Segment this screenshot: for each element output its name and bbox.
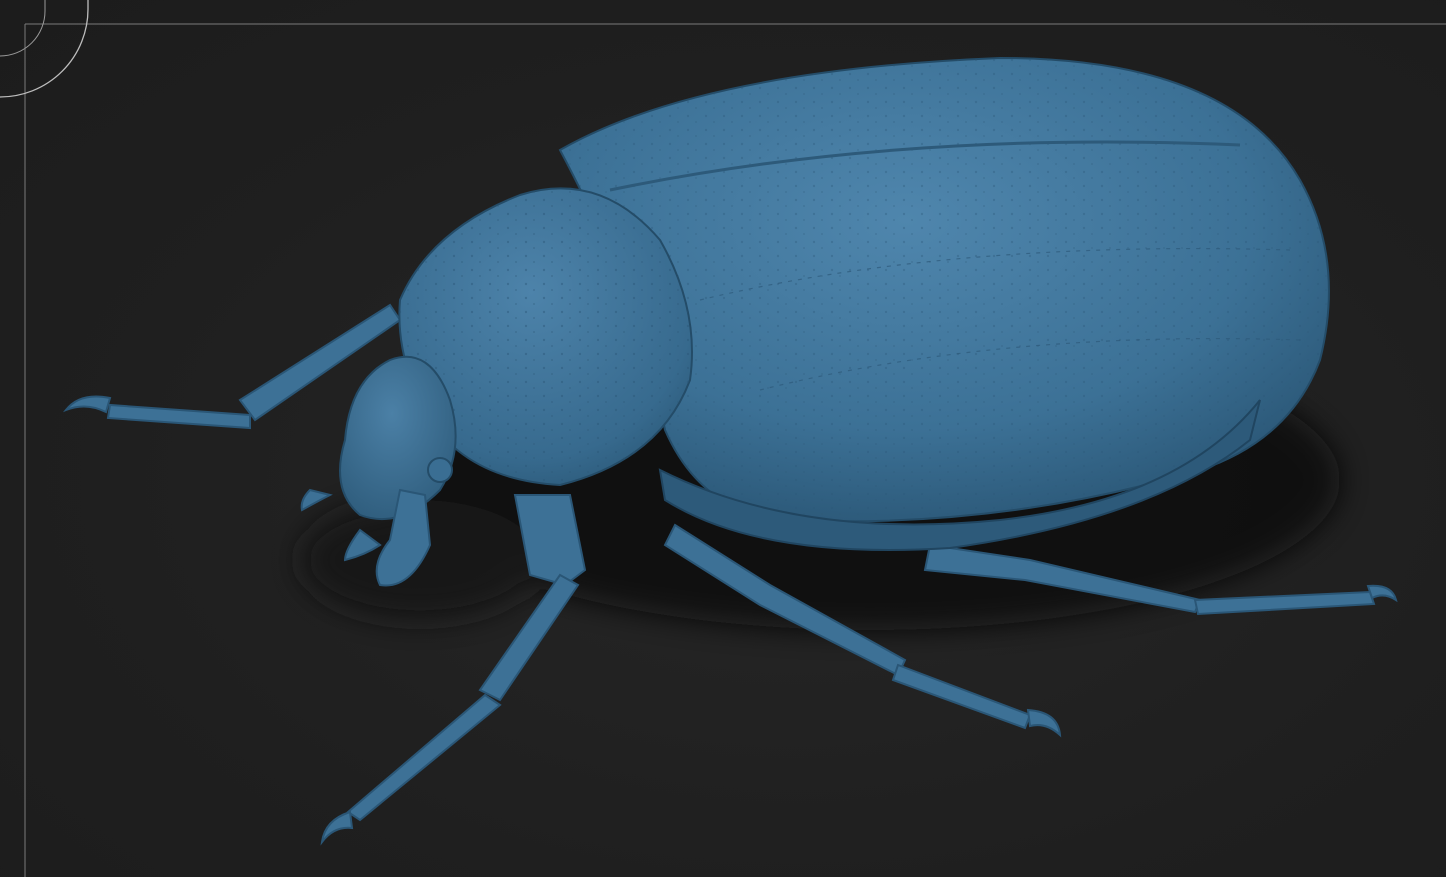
3d-viewport[interactable] [0, 0, 1446, 877]
eye [427, 457, 453, 483]
beetle-model[interactable] [0, 0, 1446, 877]
